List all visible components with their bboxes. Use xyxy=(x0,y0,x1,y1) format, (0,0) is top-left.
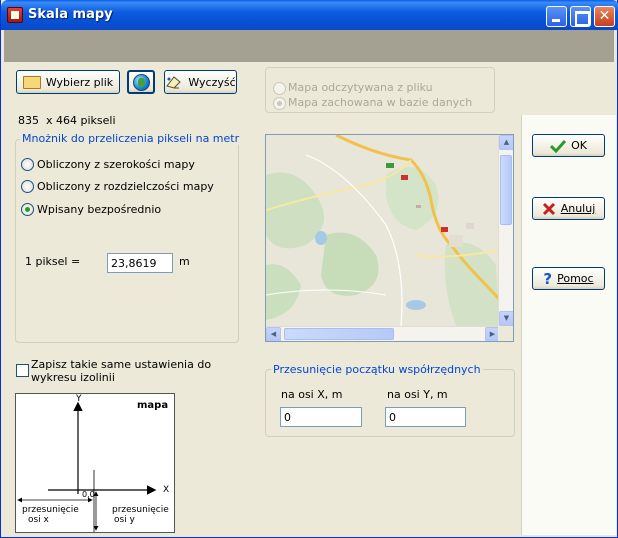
diagram-shift-x-line2: osi x xyxy=(28,515,49,525)
vertical-scroll-thumb[interactable] xyxy=(500,155,512,225)
diagram-title: mapa xyxy=(137,400,169,411)
help-label: Pomoc xyxy=(557,272,594,285)
offset-legend: Przesunięcie początku współrzędnych xyxy=(271,363,483,376)
globe-icon xyxy=(132,73,150,91)
map-preview[interactable]: ▲ ▼ ◀ ▶ xyxy=(265,134,514,342)
checkmark-icon xyxy=(550,139,567,153)
source-database-radio[interactable] xyxy=(273,97,286,110)
app-icon xyxy=(7,7,23,23)
close-icon: ✕ xyxy=(598,8,611,24)
diagram-shift-x-label: przesunięcie osi x xyxy=(22,505,79,525)
calc-resolution-label: Obliczony z rozdzielczości mapy xyxy=(37,180,214,193)
eraser-icon xyxy=(166,76,182,89)
offset-y-label: na osi Y, m xyxy=(387,388,448,401)
source-file-label: Mapa odczytywana z pliku xyxy=(288,81,433,94)
diagram-shift-y-label: przesunięcie osi y xyxy=(112,505,169,525)
multiplier-legend: Mnożnik do przeliczenia pikseli na metr xyxy=(20,132,242,145)
map-image xyxy=(266,135,500,326)
scroll-left-arrow-icon[interactable]: ◀ xyxy=(266,327,281,341)
source-file-radio[interactable] xyxy=(273,82,286,95)
direct-entry-radio[interactable] xyxy=(21,203,34,216)
cancel-button[interactable]: Anuluj xyxy=(532,197,605,220)
scroll-down-arrow-icon[interactable]: ▼ xyxy=(499,311,513,326)
map-preview-button[interactable] xyxy=(127,70,155,94)
minimize-button[interactable] xyxy=(546,6,567,27)
select-file-button[interactable]: Wybierz plik xyxy=(16,70,120,94)
scroll-up-arrow-icon[interactable]: ▲ xyxy=(499,135,513,150)
horizontal-scroll-thumb[interactable] xyxy=(284,328,394,340)
diagram-origin-label: 0,0 xyxy=(82,490,95,499)
dialog-window: Skala mapy ✕ Wybierz plik Wyczyść Mapa o… xyxy=(0,0,618,538)
diagram-shift-x-line1: przesunięcie xyxy=(22,505,79,515)
clear-label: Wyczyść xyxy=(188,75,236,89)
offset-x-input[interactable] xyxy=(280,407,362,427)
maximize-button[interactable] xyxy=(570,6,591,27)
diagram-shift-y-line1: przesunięcie xyxy=(112,505,169,515)
image-height: 464 xyxy=(56,114,78,127)
image-size-unit: pikseli xyxy=(80,114,116,127)
ok-label: OK xyxy=(571,139,587,152)
dialog-buttons-panel xyxy=(521,115,616,535)
title-bar[interactable]: Skala mapy ✕ xyxy=(1,0,618,30)
header-bar xyxy=(4,30,614,62)
window-title: Skala mapy xyxy=(28,7,113,22)
folder-icon xyxy=(22,75,41,89)
offset-y-input[interactable] xyxy=(385,407,466,427)
ok-button[interactable]: OK xyxy=(532,134,605,157)
diagram-y-axis-label: Y xyxy=(76,394,82,404)
source-database-label: Mapa zachowana w bazie danych xyxy=(288,96,473,109)
cancel-x-icon xyxy=(542,202,555,215)
help-question-icon: ? xyxy=(543,269,553,288)
select-file-label: Wybierz plik xyxy=(45,75,114,89)
calc-width-radio[interactable] xyxy=(21,158,34,171)
map-vertical-scrollbar[interactable]: ▲ ▼ xyxy=(498,135,513,326)
offset-x-label: na osi X, m xyxy=(281,388,343,401)
calc-resolution-radio[interactable] xyxy=(21,180,34,193)
pixel-equals-label: 1 piksel = xyxy=(25,255,81,268)
save-settings-checkbox[interactable] xyxy=(16,364,29,377)
calc-width-label: Obliczony z szerokości mapy xyxy=(37,158,195,171)
image-size: 835 x 464 pikseli xyxy=(18,114,116,127)
save-settings-label-line1: Zapisz takie same ustawienia do xyxy=(31,358,212,371)
image-size-separator: x xyxy=(46,114,53,127)
save-settings-label-line2: wykresu izolinii xyxy=(31,371,115,384)
cancel-label: Anuluj xyxy=(560,202,596,215)
diagram-shift-y-line2: osi y xyxy=(114,515,135,525)
scroll-corner xyxy=(498,326,513,341)
diagram-x-axis-label: X xyxy=(163,485,170,495)
help-button[interactable]: ? Pomoc xyxy=(532,267,605,290)
offset-diagram: mapa Y X 0,0 przesunięcie osi x przesunię… xyxy=(15,393,175,533)
clear-button[interactable]: Wyczyść xyxy=(164,70,237,94)
map-horizontal-scrollbar[interactable]: ◀ ▶ xyxy=(266,326,500,341)
multiplier-input[interactable] xyxy=(107,253,173,273)
multiplier-unit: m xyxy=(179,255,190,268)
image-width: 835 xyxy=(18,114,39,127)
close-button[interactable]: ✕ xyxy=(594,6,615,27)
direct-entry-label: Wpisany bezpośrednio xyxy=(37,203,162,216)
